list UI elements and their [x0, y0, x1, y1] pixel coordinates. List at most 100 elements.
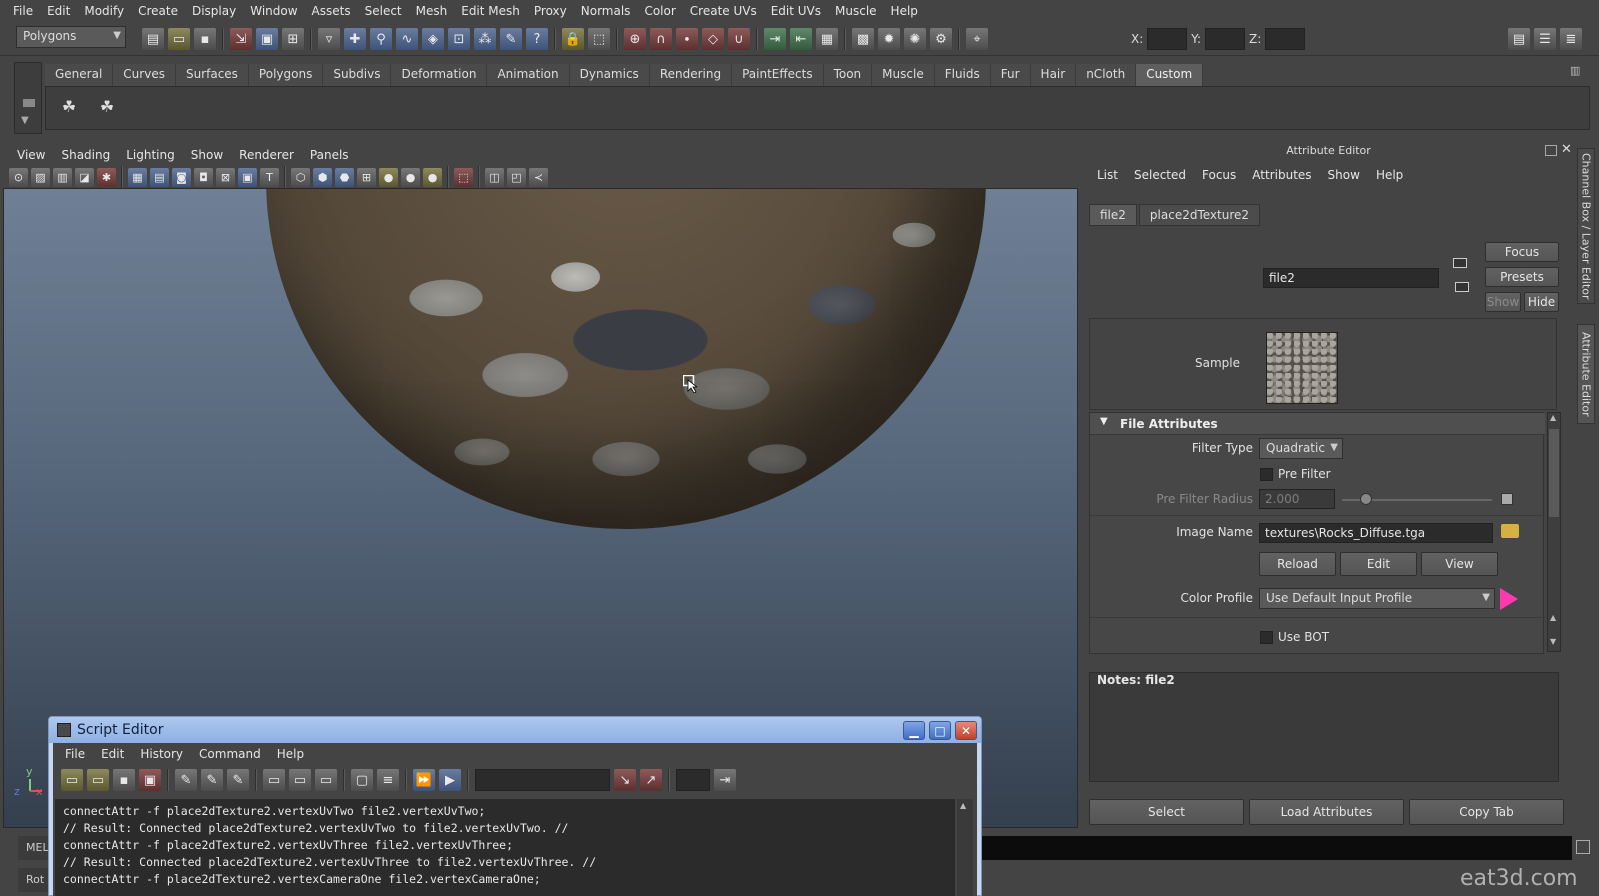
- shelf-tab-subdivs[interactable]: Subdivs: [323, 64, 392, 86]
- ae-tab-file2[interactable]: file2: [1089, 204, 1137, 226]
- snap-curve-icon[interactable]: ∩: [650, 28, 672, 50]
- shelf-tab-fluids[interactable]: Fluids: [934, 64, 991, 86]
- close-icon[interactable]: ✕: [955, 721, 977, 740]
- pre-filter-radius-field[interactable]: 2.000: [1259, 489, 1335, 509]
- grid-icon[interactable]: ▦: [128, 167, 147, 187]
- image-name-field[interactable]: textures\Rocks_Diffuse.tga: [1259, 523, 1493, 543]
- search-field[interactable]: [475, 769, 610, 791]
- safe-action-icon[interactable]: ▣: [238, 167, 257, 187]
- shelf-tab-ncloth[interactable]: nCloth: [1076, 64, 1137, 86]
- default-lighting-icon[interactable]: ●: [423, 167, 442, 187]
- shelf-tab-deformation[interactable]: Deformation: [391, 64, 488, 86]
- source-script-icon[interactable]: ▭: [87, 769, 109, 791]
- slider-knob[interactable]: [1360, 493, 1372, 505]
- highlight-selection-icon[interactable]: ⬚: [588, 28, 610, 50]
- menu-assets[interactable]: Assets: [305, 4, 358, 18]
- command-result-field[interactable]: [980, 836, 1572, 860]
- show-input-icon[interactable]: ▭: [289, 769, 311, 791]
- hide-button[interactable]: Hide: [1524, 292, 1559, 312]
- shelf-tab-toon[interactable]: Toon: [823, 64, 873, 86]
- resolution-gate-icon[interactable]: ◙: [172, 167, 191, 187]
- history-scrollbar[interactable]: ▲: [957, 799, 973, 896]
- select-handles-icon[interactable]: ✚: [344, 28, 366, 50]
- focus-button[interactable]: Focus: [1485, 242, 1559, 262]
- use-all-lights-icon[interactable]: ●: [379, 167, 398, 187]
- shelf-tab-polygons[interactable]: Polygons: [248, 64, 324, 86]
- new-scene-icon[interactable]: ▤: [142, 28, 164, 50]
- render-settings-icon[interactable]: ⚙: [930, 28, 952, 50]
- bookmarks-icon[interactable]: ▥: [53, 167, 72, 187]
- select-deformers-icon[interactable]: ⊡: [448, 28, 470, 50]
- ipr-render-icon[interactable]: ✺: [904, 28, 926, 50]
- custom-shelf-tool-2-icon[interactable]: ☘: [94, 93, 120, 119]
- viewport-menu-view[interactable]: View: [9, 148, 53, 162]
- pre-filter-checkbox[interactable]: [1260, 468, 1273, 481]
- close-panel-icon[interactable]: ✕: [1561, 142, 1572, 157]
- color-management-icon[interactable]: [1500, 588, 1518, 610]
- notes-area[interactable]: [1089, 672, 1559, 782]
- node-name-field[interactable]: file2: [1263, 268, 1439, 288]
- share-icon[interactable]: ≺: [529, 167, 548, 187]
- output-connections-icon[interactable]: [1455, 282, 1469, 292]
- snap-grid-icon[interactable]: ⊕: [624, 28, 646, 50]
- menu-file[interactable]: File: [6, 4, 40, 18]
- show-both-icon[interactable]: ▭: [315, 769, 337, 791]
- shelf-tab-custom[interactable]: Custom: [1136, 64, 1204, 86]
- goto-line-icon[interactable]: ⇥: [714, 769, 736, 791]
- execute-icon[interactable]: ▶: [439, 769, 461, 791]
- shelf-tab-dynamics[interactable]: Dynamics: [569, 64, 650, 86]
- select-misc-icon[interactable]: ?: [526, 28, 548, 50]
- menu-color[interactable]: Color: [637, 4, 682, 18]
- shelf-tab-hair[interactable]: Hair: [1030, 64, 1077, 86]
- input-connections-icon[interactable]: [1453, 258, 1467, 268]
- map-button-icon[interactable]: [1501, 493, 1513, 505]
- se-menu-edit[interactable]: Edit: [93, 747, 132, 761]
- filter-type-dropdown[interactable]: Quadratic ▼: [1259, 438, 1343, 459]
- ae-menu-focus[interactable]: Focus: [1194, 168, 1244, 182]
- clear-history-icon[interactable]: ✎: [175, 769, 197, 791]
- color-profile-dropdown[interactable]: Use Default Input Profile ▼: [1259, 588, 1495, 609]
- y-field[interactable]: [1205, 28, 1246, 50]
- folder-icon[interactable]: [1501, 524, 1519, 538]
- menu-edit[interactable]: Edit: [40, 4, 77, 18]
- presets-button[interactable]: Presets: [1485, 267, 1559, 287]
- input-ops-icon[interactable]: ⇥: [764, 28, 786, 50]
- channel-box-toggle-icon[interactable]: ≣: [1560, 28, 1582, 50]
- select-dynamics-icon[interactable]: ⁂: [474, 28, 496, 50]
- attribute-scrollbar[interactable]: ▲ ▲ ▼: [1547, 412, 1561, 652]
- ae-menu-help[interactable]: Help: [1368, 168, 1411, 182]
- scroll-down-icon[interactable]: ▼: [1550, 637, 1556, 646]
- goto-line-field[interactable]: [676, 769, 710, 791]
- select-component-icon[interactable]: ⊞: [282, 28, 304, 50]
- script-editor-titlebar[interactable]: Script Editor: [49, 717, 981, 743]
- lock-selection-icon[interactable]: 🔒: [562, 28, 584, 50]
- mode-selector[interactable]: Polygons ▼: [16, 26, 126, 48]
- viewport-menu-lighting[interactable]: Lighting: [118, 148, 183, 162]
- output-ops-icon[interactable]: ⇤: [790, 28, 812, 50]
- ae-menu-show[interactable]: Show: [1320, 168, 1368, 182]
- gate-mask-icon[interactable]: ◘: [194, 167, 213, 187]
- shelf-tab-surfaces[interactable]: Surfaces: [175, 64, 249, 86]
- menu-edit-uvs[interactable]: Edit UVs: [764, 4, 828, 18]
- select-hierarchy-icon[interactable]: ⇲: [230, 28, 252, 50]
- edit-button[interactable]: Edit: [1340, 552, 1417, 576]
- shelf-tab-animation[interactable]: Animation: [487, 64, 570, 86]
- menu-proxy[interactable]: Proxy: [527, 4, 574, 18]
- se-menu-command[interactable]: Command: [191, 747, 269, 761]
- maximize-icon[interactable]: □: [929, 721, 951, 740]
- x-field[interactable]: [1147, 28, 1188, 50]
- filter-icon[interactable]: ▿: [318, 28, 340, 50]
- shelf-tab-curves[interactable]: Curves: [113, 64, 176, 86]
- mel-label[interactable]: MEL: [18, 836, 52, 860]
- menu-help[interactable]: Help: [884, 4, 925, 18]
- snap-point-icon[interactable]: ∙: [676, 28, 698, 50]
- clear-all-icon[interactable]: ✎: [227, 769, 249, 791]
- minimize-icon[interactable]: ▁: [903, 721, 925, 740]
- shelf-tab-fur[interactable]: Fur: [990, 64, 1031, 86]
- shelf-tab-painteffects[interactable]: PaintEffects: [732, 64, 824, 86]
- select-button[interactable]: Select: [1089, 799, 1244, 825]
- menu-display[interactable]: Display: [185, 4, 243, 18]
- custom-shelf-tool-1-icon[interactable]: ☘: [56, 93, 82, 119]
- smooth-shade-icon[interactable]: ⬢: [313, 167, 332, 187]
- script-history-output[interactable]: connectAttr -f place2dTexture2.vertexUvT…: [55, 799, 955, 896]
